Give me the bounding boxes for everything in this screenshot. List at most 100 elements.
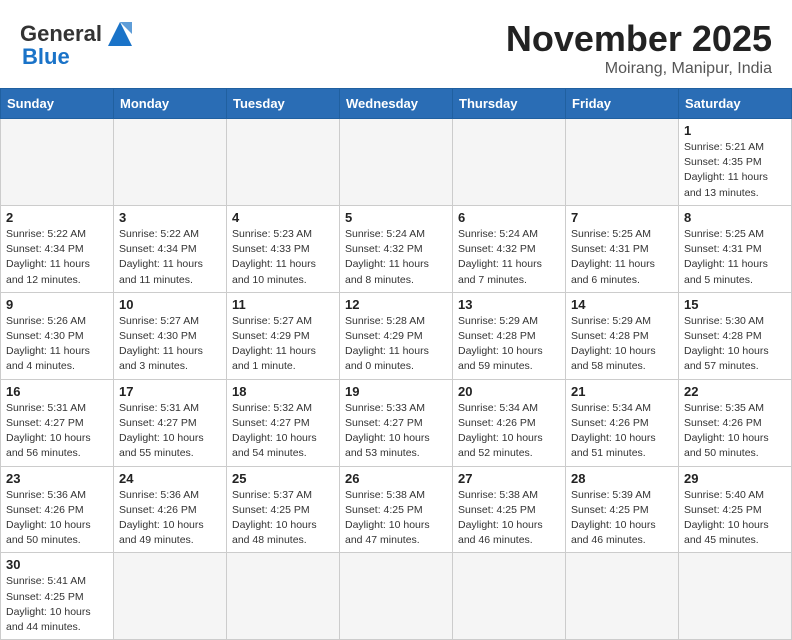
weekday-sunday: Sunday <box>1 89 114 119</box>
calendar-cell: 29 Sunrise: 5:40 AM Sunset: 4:25 PM Dayli… <box>679 466 792 553</box>
day-info: Sunrise: 5:39 AM Sunset: 4:25 PM Dayligh… <box>571 488 673 549</box>
day-info: Sunrise: 5:22 AM Sunset: 4:34 PM Dayligh… <box>6 227 108 288</box>
day-info: Sunrise: 5:40 AM Sunset: 4:25 PM Dayligh… <box>684 488 786 549</box>
day-info: Sunrise: 5:29 AM Sunset: 4:28 PM Dayligh… <box>571 314 673 375</box>
calendar-cell <box>114 119 227 206</box>
day-number: 8 <box>684 210 786 225</box>
calendar-cell <box>340 553 453 640</box>
day-info: Sunrise: 5:28 AM Sunset: 4:29 PM Dayligh… <box>345 314 447 375</box>
day-number: 18 <box>232 384 334 399</box>
calendar-cell: 7Sunrise: 5:25 AM Sunset: 4:31 PM Daylig… <box>566 205 679 292</box>
day-info: Sunrise: 5:34 AM Sunset: 4:26 PM Dayligh… <box>458 401 560 462</box>
calendar-cell <box>566 119 679 206</box>
weekday-saturday: Saturday <box>679 89 792 119</box>
day-number: 2 <box>6 210 108 225</box>
calendar-cell: 23 Sunrise: 5:36 AM Sunset: 4:26 PM Dayli… <box>1 466 114 553</box>
calendar-cell: 28Sunrise: 5:39 AM Sunset: 4:25 PM Dayli… <box>566 466 679 553</box>
day-number: 11 <box>232 297 334 312</box>
day-info: Sunrise: 5:24 AM Sunset: 4:32 PM Dayligh… <box>458 227 560 288</box>
day-number: 5 <box>345 210 447 225</box>
day-info: Sunrise: 5:27 AM Sunset: 4:29 PM Dayligh… <box>232 314 334 375</box>
day-number: 25 <box>232 471 334 486</box>
calendar-cell: 27Sunrise: 5:38 AM Sunset: 4:25 PM Dayli… <box>453 466 566 553</box>
title-block: November 2025 Moirang, Manipur, India <box>506 18 772 78</box>
day-number: 3 <box>119 210 221 225</box>
weekday-wednesday: Wednesday <box>340 89 453 119</box>
day-number: 29 <box>684 471 786 486</box>
calendar: SundayMondayTuesdayWednesdayThursdayFrid… <box>0 88 792 640</box>
calendar-cell: 25 Sunrise: 5:37 AM Sunset: 4:25 PM Dayli… <box>227 466 340 553</box>
calendar-cell <box>679 553 792 640</box>
calendar-cell: 17 Sunrise: 5:31 AM Sunset: 4:27 PM Dayli… <box>114 379 227 466</box>
calendar-cell: 11 Sunrise: 5:27 AM Sunset: 4:29 PM Dayli… <box>227 292 340 379</box>
day-info: Sunrise: 5:24 AM Sunset: 4:32 PM Dayligh… <box>345 227 447 288</box>
calendar-cell <box>227 119 340 206</box>
day-info: Sunrise: 5:33 AM Sunset: 4:27 PM Dayligh… <box>345 401 447 462</box>
calendar-cell <box>227 553 340 640</box>
calendar-cell: 14 Sunrise: 5:29 AM Sunset: 4:28 PM Dayli… <box>566 292 679 379</box>
month-title: November 2025 <box>506 18 772 60</box>
calendar-cell <box>1 119 114 206</box>
calendar-week-1: 1 Sunrise: 5:21 AM Sunset: 4:35 PM Daylig… <box>1 119 792 206</box>
calendar-cell: 2 Sunrise: 5:22 AM Sunset: 4:34 PM Daylig… <box>1 205 114 292</box>
day-info: Sunrise: 5:36 AM Sunset: 4:26 PM Dayligh… <box>6 488 108 549</box>
calendar-cell: 18Sunrise: 5:32 AM Sunset: 4:27 PM Dayli… <box>227 379 340 466</box>
calendar-cell: 30Sunrise: 5:41 AM Sunset: 4:25 PM Dayli… <box>1 553 114 640</box>
day-number: 23 <box>6 471 108 486</box>
weekday-tuesday: Tuesday <box>227 89 340 119</box>
day-info: Sunrise: 5:22 AM Sunset: 4:34 PM Dayligh… <box>119 227 221 288</box>
day-info: Sunrise: 5:25 AM Sunset: 4:31 PM Dayligh… <box>684 227 786 288</box>
calendar-week-3: 9 Sunrise: 5:26 AM Sunset: 4:30 PM Daylig… <box>1 292 792 379</box>
calendar-cell: 6 Sunrise: 5:24 AM Sunset: 4:32 PM Daylig… <box>453 205 566 292</box>
weekday-thursday: Thursday <box>453 89 566 119</box>
calendar-cell: 24Sunrise: 5:36 AM Sunset: 4:26 PM Dayli… <box>114 466 227 553</box>
day-number: 17 <box>119 384 221 399</box>
calendar-cell: 21 Sunrise: 5:34 AM Sunset: 4:26 PM Dayli… <box>566 379 679 466</box>
day-info: Sunrise: 5:30 AM Sunset: 4:28 PM Dayligh… <box>684 314 786 375</box>
calendar-cell <box>453 119 566 206</box>
day-number: 20 <box>458 384 560 399</box>
day-info: Sunrise: 5:36 AM Sunset: 4:26 PM Dayligh… <box>119 488 221 549</box>
day-number: 10 <box>119 297 221 312</box>
day-info: Sunrise: 5:37 AM Sunset: 4:25 PM Dayligh… <box>232 488 334 549</box>
day-number: 21 <box>571 384 673 399</box>
calendar-week-2: 2 Sunrise: 5:22 AM Sunset: 4:34 PM Daylig… <box>1 205 792 292</box>
day-info: Sunrise: 5:23 AM Sunset: 4:33 PM Dayligh… <box>232 227 334 288</box>
day-number: 13 <box>458 297 560 312</box>
calendar-cell: 8 Sunrise: 5:25 AM Sunset: 4:31 PM Daylig… <box>679 205 792 292</box>
header: General Blue November 2025 Moirang, Mani… <box>0 0 792 88</box>
day-number: 22 <box>684 384 786 399</box>
day-number: 1 <box>684 123 786 138</box>
calendar-cell: 10 Sunrise: 5:27 AM Sunset: 4:30 PM Dayli… <box>114 292 227 379</box>
day-number: 15 <box>684 297 786 312</box>
calendar-cell: 12 Sunrise: 5:28 AM Sunset: 4:29 PM Dayli… <box>340 292 453 379</box>
calendar-cell <box>340 119 453 206</box>
calendar-cell: 15 Sunrise: 5:30 AM Sunset: 4:28 PM Dayli… <box>679 292 792 379</box>
day-number: 12 <box>345 297 447 312</box>
calendar-week-4: 16Sunrise: 5:31 AM Sunset: 4:27 PM Dayli… <box>1 379 792 466</box>
day-info: Sunrise: 5:21 AM Sunset: 4:35 PM Dayligh… <box>684 140 786 201</box>
calendar-cell: 13 Sunrise: 5:29 AM Sunset: 4:28 PM Dayli… <box>453 292 566 379</box>
day-info: Sunrise: 5:29 AM Sunset: 4:28 PM Dayligh… <box>458 314 560 375</box>
day-info: Sunrise: 5:26 AM Sunset: 4:30 PM Dayligh… <box>6 314 108 375</box>
calendar-cell: 19Sunrise: 5:33 AM Sunset: 4:27 PM Dayli… <box>340 379 453 466</box>
day-number: 27 <box>458 471 560 486</box>
day-info: Sunrise: 5:38 AM Sunset: 4:25 PM Dayligh… <box>345 488 447 549</box>
day-info: Sunrise: 5:25 AM Sunset: 4:31 PM Dayligh… <box>571 227 673 288</box>
day-number: 9 <box>6 297 108 312</box>
calendar-cell: 9 Sunrise: 5:26 AM Sunset: 4:30 PM Daylig… <box>1 292 114 379</box>
day-info: Sunrise: 5:31 AM Sunset: 4:27 PM Dayligh… <box>119 401 221 462</box>
day-info: Sunrise: 5:41 AM Sunset: 4:25 PM Dayligh… <box>6 574 108 635</box>
calendar-cell: 1 Sunrise: 5:21 AM Sunset: 4:35 PM Daylig… <box>679 119 792 206</box>
day-info: Sunrise: 5:27 AM Sunset: 4:30 PM Dayligh… <box>119 314 221 375</box>
logo: General Blue <box>20 18 136 70</box>
day-number: 14 <box>571 297 673 312</box>
calendar-cell: 5 Sunrise: 5:24 AM Sunset: 4:32 PM Daylig… <box>340 205 453 292</box>
day-info: Sunrise: 5:34 AM Sunset: 4:26 PM Dayligh… <box>571 401 673 462</box>
day-info: Sunrise: 5:31 AM Sunset: 4:27 PM Dayligh… <box>6 401 108 462</box>
calendar-cell <box>114 553 227 640</box>
calendar-cell: 20 Sunrise: 5:34 AM Sunset: 4:26 PM Dayli… <box>453 379 566 466</box>
day-number: 4 <box>232 210 334 225</box>
day-info: Sunrise: 5:35 AM Sunset: 4:26 PM Dayligh… <box>684 401 786 462</box>
day-number: 6 <box>458 210 560 225</box>
